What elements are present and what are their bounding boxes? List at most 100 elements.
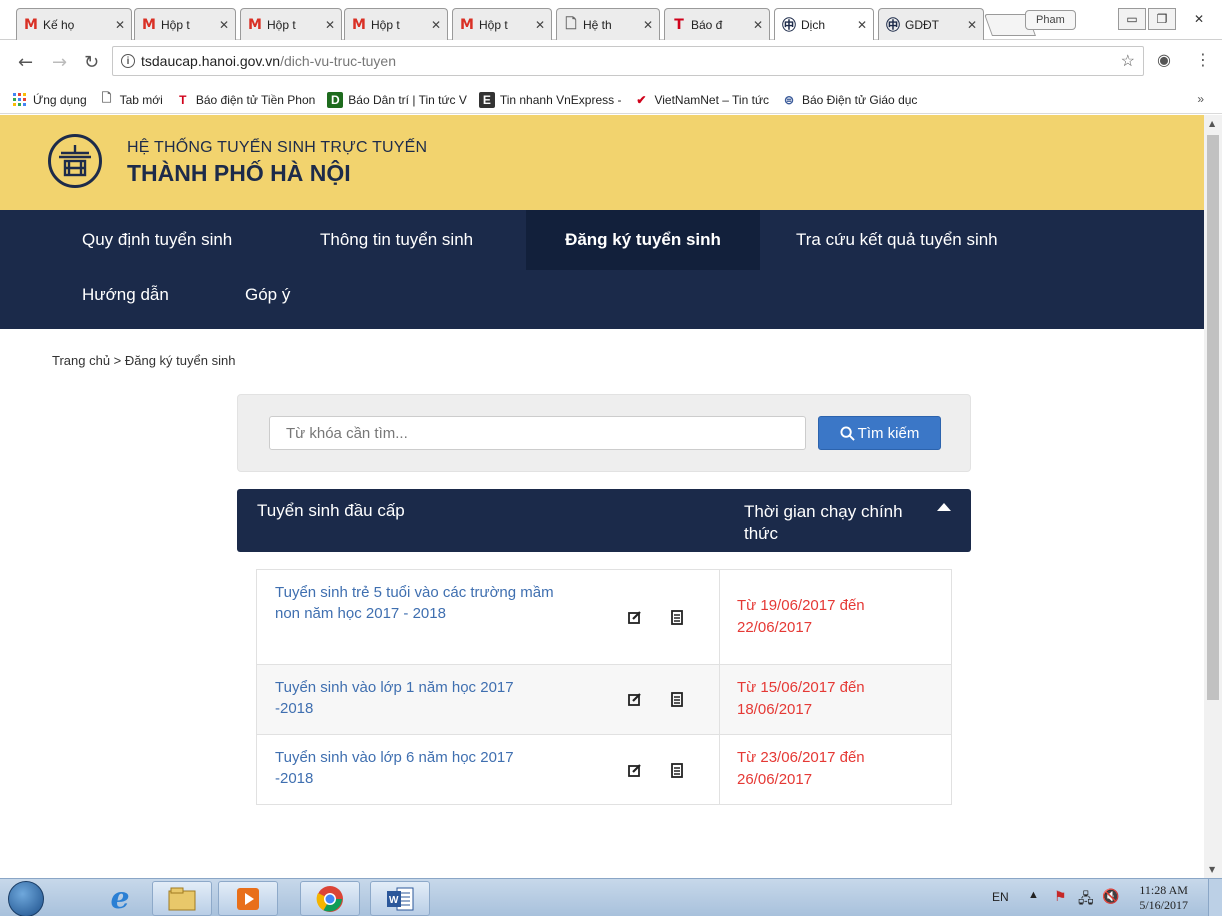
- nav-item-thong-tin[interactable]: Thông tin tuyển sinh: [278, 210, 515, 270]
- document-icon[interactable]: [669, 609, 685, 625]
- bookmark-item[interactable]: E Tin nhanh VnExpress -: [478, 91, 621, 108]
- close-tab-icon[interactable]: ✕: [535, 18, 545, 32]
- scroll-down-arrow-icon[interactable]: ▼: [1209, 865, 1215, 874]
- dantri-icon: D: [327, 91, 344, 108]
- nav-item-tra-cuu[interactable]: Tra cứu kết quả tuyển sinh: [754, 210, 1040, 270]
- bookmark-item[interactable]: D Báo Dân trí | Tin tức V: [327, 91, 467, 108]
- profile-button[interactable]: Pham: [1025, 10, 1076, 30]
- scrollbar-thumb[interactable]: [1207, 135, 1219, 700]
- tienphong-icon: T: [179, 92, 187, 107]
- admission-link[interactable]: Tuyển sinh vào lớp 6 năm học 2017 -2018: [275, 747, 555, 789]
- bookmark-item[interactable]: Ứng dụng: [12, 92, 87, 108]
- admission-table: Tuyển sinh trẻ 5 tuổi vào các trường mầm…: [256, 569, 952, 805]
- word-icon[interactable]: W: [370, 881, 430, 916]
- svg-text:W: W: [389, 895, 399, 906]
- search-panel: Tìm kiếm: [237, 394, 971, 472]
- edit-icon[interactable]: [627, 762, 643, 778]
- admission-link[interactable]: Tuyển sinh trẻ 5 tuổi vào các trường mầm…: [275, 582, 555, 624]
- gmail-icon: M: [142, 16, 156, 33]
- media-player-icon[interactable]: [218, 881, 278, 916]
- browser-tab-active[interactable]: ㊥ Dịch ✕: [774, 8, 874, 40]
- edit-icon[interactable]: [627, 609, 643, 625]
- minimize-button[interactable]: ▭: [1118, 8, 1146, 30]
- file-explorer-icon[interactable]: [152, 881, 212, 916]
- info-icon[interactable]: i: [121, 54, 135, 68]
- tray-expand-icon[interactable]: ▲: [1028, 889, 1039, 901]
- nav-item-dang-ky[interactable]: Đăng ký tuyển sinh: [526, 210, 760, 270]
- browser-tab[interactable]: M Hộp t ✕: [344, 8, 448, 40]
- column-divider: [719, 735, 720, 804]
- browser-tab[interactable]: M Kế họ ✕: [16, 8, 132, 40]
- column-divider: [719, 570, 720, 664]
- show-desktop-button[interactable]: [1208, 879, 1222, 916]
- bookmark-star-icon[interactable]: ☆: [1121, 51, 1135, 71]
- scroll-up-arrow-icon[interactable]: ▲: [1209, 119, 1215, 128]
- address-bar[interactable]: i tsdaucap.hanoi.gov.vn/dich-vu-truc-tuy…: [112, 46, 1144, 76]
- back-arrow-icon[interactable]: ←: [18, 52, 33, 73]
- hanoi-emblem-icon[interactable]: [48, 134, 102, 188]
- nav-item-huong-dan[interactable]: Hướng dẫn: [40, 265, 211, 325]
- gmail-icon: M: [352, 16, 366, 33]
- start-button[interactable]: [8, 881, 44, 916]
- browser-tab[interactable]: T Báo đ ✕: [664, 8, 770, 40]
- nav-item-gop-y[interactable]: Góp ý: [203, 265, 332, 325]
- table-header: Tuyển sinh đầu cấp Thời gian chạy chính …: [237, 489, 971, 552]
- network-icon[interactable]: 🖧: [1078, 888, 1094, 912]
- close-tab-icon[interactable]: ✕: [753, 18, 763, 32]
- search-button[interactable]: Tìm kiếm: [818, 416, 941, 450]
- vietnamnet-icon: ✔: [636, 92, 647, 107]
- site-header: HỆ THỐNG TUYỂN SINH TRỰC TUYẾN THÀNH PHỐ…: [0, 115, 1204, 210]
- action-center-icon[interactable]: ⚑: [1054, 888, 1067, 905]
- close-window-button[interactable]: ✕: [1182, 8, 1216, 30]
- giaoduc-icon: ⊜: [783, 92, 795, 107]
- bookmark-item[interactable]: ✔ VietNamNet – Tin tức: [633, 92, 769, 108]
- maximize-button[interactable]: ❐: [1148, 8, 1176, 30]
- reload-icon[interactable]: ↻: [84, 52, 99, 73]
- browser-tab[interactable]: M Hộp t ✕: [452, 8, 552, 40]
- edit-icon[interactable]: [627, 691, 643, 707]
- close-tab-icon[interactable]: ✕: [857, 18, 867, 32]
- document-icon[interactable]: [669, 691, 685, 707]
- column-divider: [719, 665, 720, 734]
- system-clock[interactable]: 11:28 AM 5/16/2017: [1139, 883, 1188, 913]
- admission-link[interactable]: Tuyển sinh vào lớp 1 năm học 2017 -2018: [275, 677, 555, 719]
- column-header-thoi-gian[interactable]: Thời gian chạy chính thức: [744, 501, 924, 545]
- language-indicator[interactable]: EN: [992, 890, 1009, 904]
- close-tab-icon[interactable]: ✕: [431, 18, 441, 32]
- close-tab-icon[interactable]: ✕: [325, 18, 335, 32]
- bookmark-item[interactable]: T Báo điện tử Tiền Phon: [175, 92, 315, 108]
- close-tab-icon[interactable]: ✕: [643, 18, 653, 32]
- extension-icon[interactable]: ◉: [1157, 50, 1171, 69]
- close-tab-icon[interactable]: ✕: [115, 18, 125, 32]
- browser-tab[interactable]: 🗋 Hệ th ✕: [556, 8, 660, 40]
- table-row: Tuyển sinh trẻ 5 tuổi vào các trường mầm…: [257, 570, 951, 664]
- gmail-icon: M: [460, 16, 474, 33]
- forward-arrow-icon[interactable]: →: [52, 52, 67, 73]
- bookmarks-bar: Ứng dụng 🗋 Tab mới T Báo điện tử Tiền Ph…: [0, 86, 1222, 114]
- search-input[interactable]: [269, 416, 806, 450]
- document-icon[interactable]: [669, 762, 685, 778]
- search-icon: [840, 425, 855, 441]
- browser-tab[interactable]: M Hộp t ✕: [134, 8, 236, 40]
- chrome-icon[interactable]: [300, 881, 360, 916]
- bookmark-item[interactable]: ⊜ Báo Điện tử Giáo dục: [781, 92, 917, 108]
- ie-icon[interactable]: e: [90, 881, 150, 916]
- close-tab-icon[interactable]: ✕: [219, 18, 229, 32]
- browser-tab[interactable]: ㊥ GDĐT ✕: [878, 8, 984, 40]
- nav-item-quy-dinh[interactable]: Quy định tuyển sinh: [40, 210, 274, 270]
- site-subtitle: HỆ THỐNG TUYỂN SINH TRỰC TUYẾN: [127, 139, 428, 156]
- bookmarks-overflow-button[interactable]: »: [1197, 92, 1204, 106]
- page-icon: 🗋: [565, 15, 577, 32]
- site-title: THÀNH PHỐ HÀ NỘI: [127, 160, 351, 186]
- gmail-icon: M: [248, 16, 262, 33]
- page-scrollbar[interactable]: ▲ ▼: [1204, 115, 1222, 878]
- bookmark-item[interactable]: 🗋 Tab mới: [99, 91, 163, 108]
- tienphong-icon: T: [674, 16, 684, 33]
- breadcrumb[interactable]: Trang chủ > Đăng ký tuyển sinh: [52, 353, 235, 368]
- close-tab-icon[interactable]: ✕: [967, 18, 977, 32]
- browser-tab[interactable]: M Hộp t ✕: [240, 8, 342, 40]
- menu-kebab-icon[interactable]: ⋮: [1195, 50, 1211, 69]
- sort-ascending-icon[interactable]: [937, 503, 951, 511]
- volume-muted-icon[interactable]: 🔇: [1102, 888, 1119, 905]
- vnexpress-icon: E: [478, 91, 495, 108]
